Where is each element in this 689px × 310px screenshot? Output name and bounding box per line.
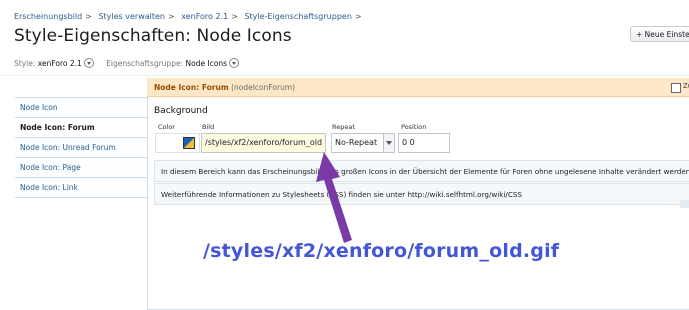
- position-label: Position: [401, 123, 427, 131]
- annotation-arrow-icon: [316, 152, 352, 243]
- page-title: Style-Eigenschaften: Node Icons: [14, 26, 292, 46]
- breadcrumb-link-styles[interactable]: Styles verwalten: [98, 12, 165, 21]
- breadcrumb-link-erscheinungsbild[interactable]: Erscheinungsbild: [14, 12, 82, 21]
- breadcrumb-separator: >: [354, 12, 362, 21]
- group-filter-value[interactable]: Node Icons: [186, 59, 228, 68]
- repeat-label: Repeat: [332, 123, 355, 131]
- position-input[interactable]: 0 0: [398, 133, 450, 153]
- color-label: Color: [158, 123, 175, 131]
- arrow-shape: [316, 152, 352, 243]
- breadcrumb-separator: >: [85, 12, 92, 21]
- property-title: Node Icon: Forum: [154, 83, 229, 92]
- style-filter-value[interactable]: xenForo 2.1: [38, 59, 82, 68]
- breadcrumb-link-groups[interactable]: Style-Eigenschaftsgruppen: [244, 12, 351, 21]
- breadcrumb: Erscheinungsbild > Styles verwalten > xenF…: [14, 12, 366, 21]
- style-filter-label: Style:: [14, 59, 36, 68]
- annotation-path-text: /styles/xf2/xenforo/forum_old.gif: [203, 240, 560, 262]
- sidebar-item-node-icon-page[interactable]: Node Icon: Page: [15, 158, 148, 178]
- sidebar-item-node-icon-forum[interactable]: Node Icon: Forum: [15, 118, 148, 138]
- group-filter-label: Eigenschaftsgruppe:: [106, 59, 184, 68]
- scroll-edge: [680, 200, 689, 208]
- divider: [0, 75, 689, 76]
- section-title: Background: [154, 106, 208, 116]
- sidebar-item-node-icon-link[interactable]: Node Icon: Link: [15, 178, 148, 198]
- sidebar-item-node-icon[interactable]: Node Icon: [15, 98, 148, 118]
- chevron-down-icon[interactable]: [83, 58, 94, 68]
- add-property-button[interactable]: + Neue Einstell: [630, 26, 689, 42]
- css-reference-note: Weiterführende Informationen zu Styleshe…: [154, 183, 689, 205]
- chevron-down-icon[interactable]: [229, 58, 240, 68]
- breadcrumb-separator: >: [231, 12, 238, 21]
- image-label: Bild: [202, 123, 215, 131]
- property-description: In diesem Bereich kann das Erscheinungsb…: [154, 160, 689, 182]
- sidebar-item-node-icon-unread-forum[interactable]: Node Icon: Unread Forum: [15, 138, 148, 158]
- property-sidebar: Node Icon Node Icon: Forum Node Icon: Un…: [15, 97, 148, 198]
- property-key: (nodeIconForum): [231, 83, 296, 92]
- header-checkbox-label: Zu: [683, 82, 689, 90]
- header-checkbox[interactable]: [671, 83, 681, 93]
- filter-bar: Style: xenForo 2.1 Eigenschaftsgruppe: N…: [14, 58, 249, 69]
- panel-header: Node Icon: Forum (nodeIconForum): [147, 78, 689, 97]
- breadcrumb-separator: >: [167, 12, 175, 21]
- breadcrumb-link-style[interactable]: xenForo 2.1: [181, 12, 228, 21]
- color-picker-icon[interactable]: [183, 137, 195, 149]
